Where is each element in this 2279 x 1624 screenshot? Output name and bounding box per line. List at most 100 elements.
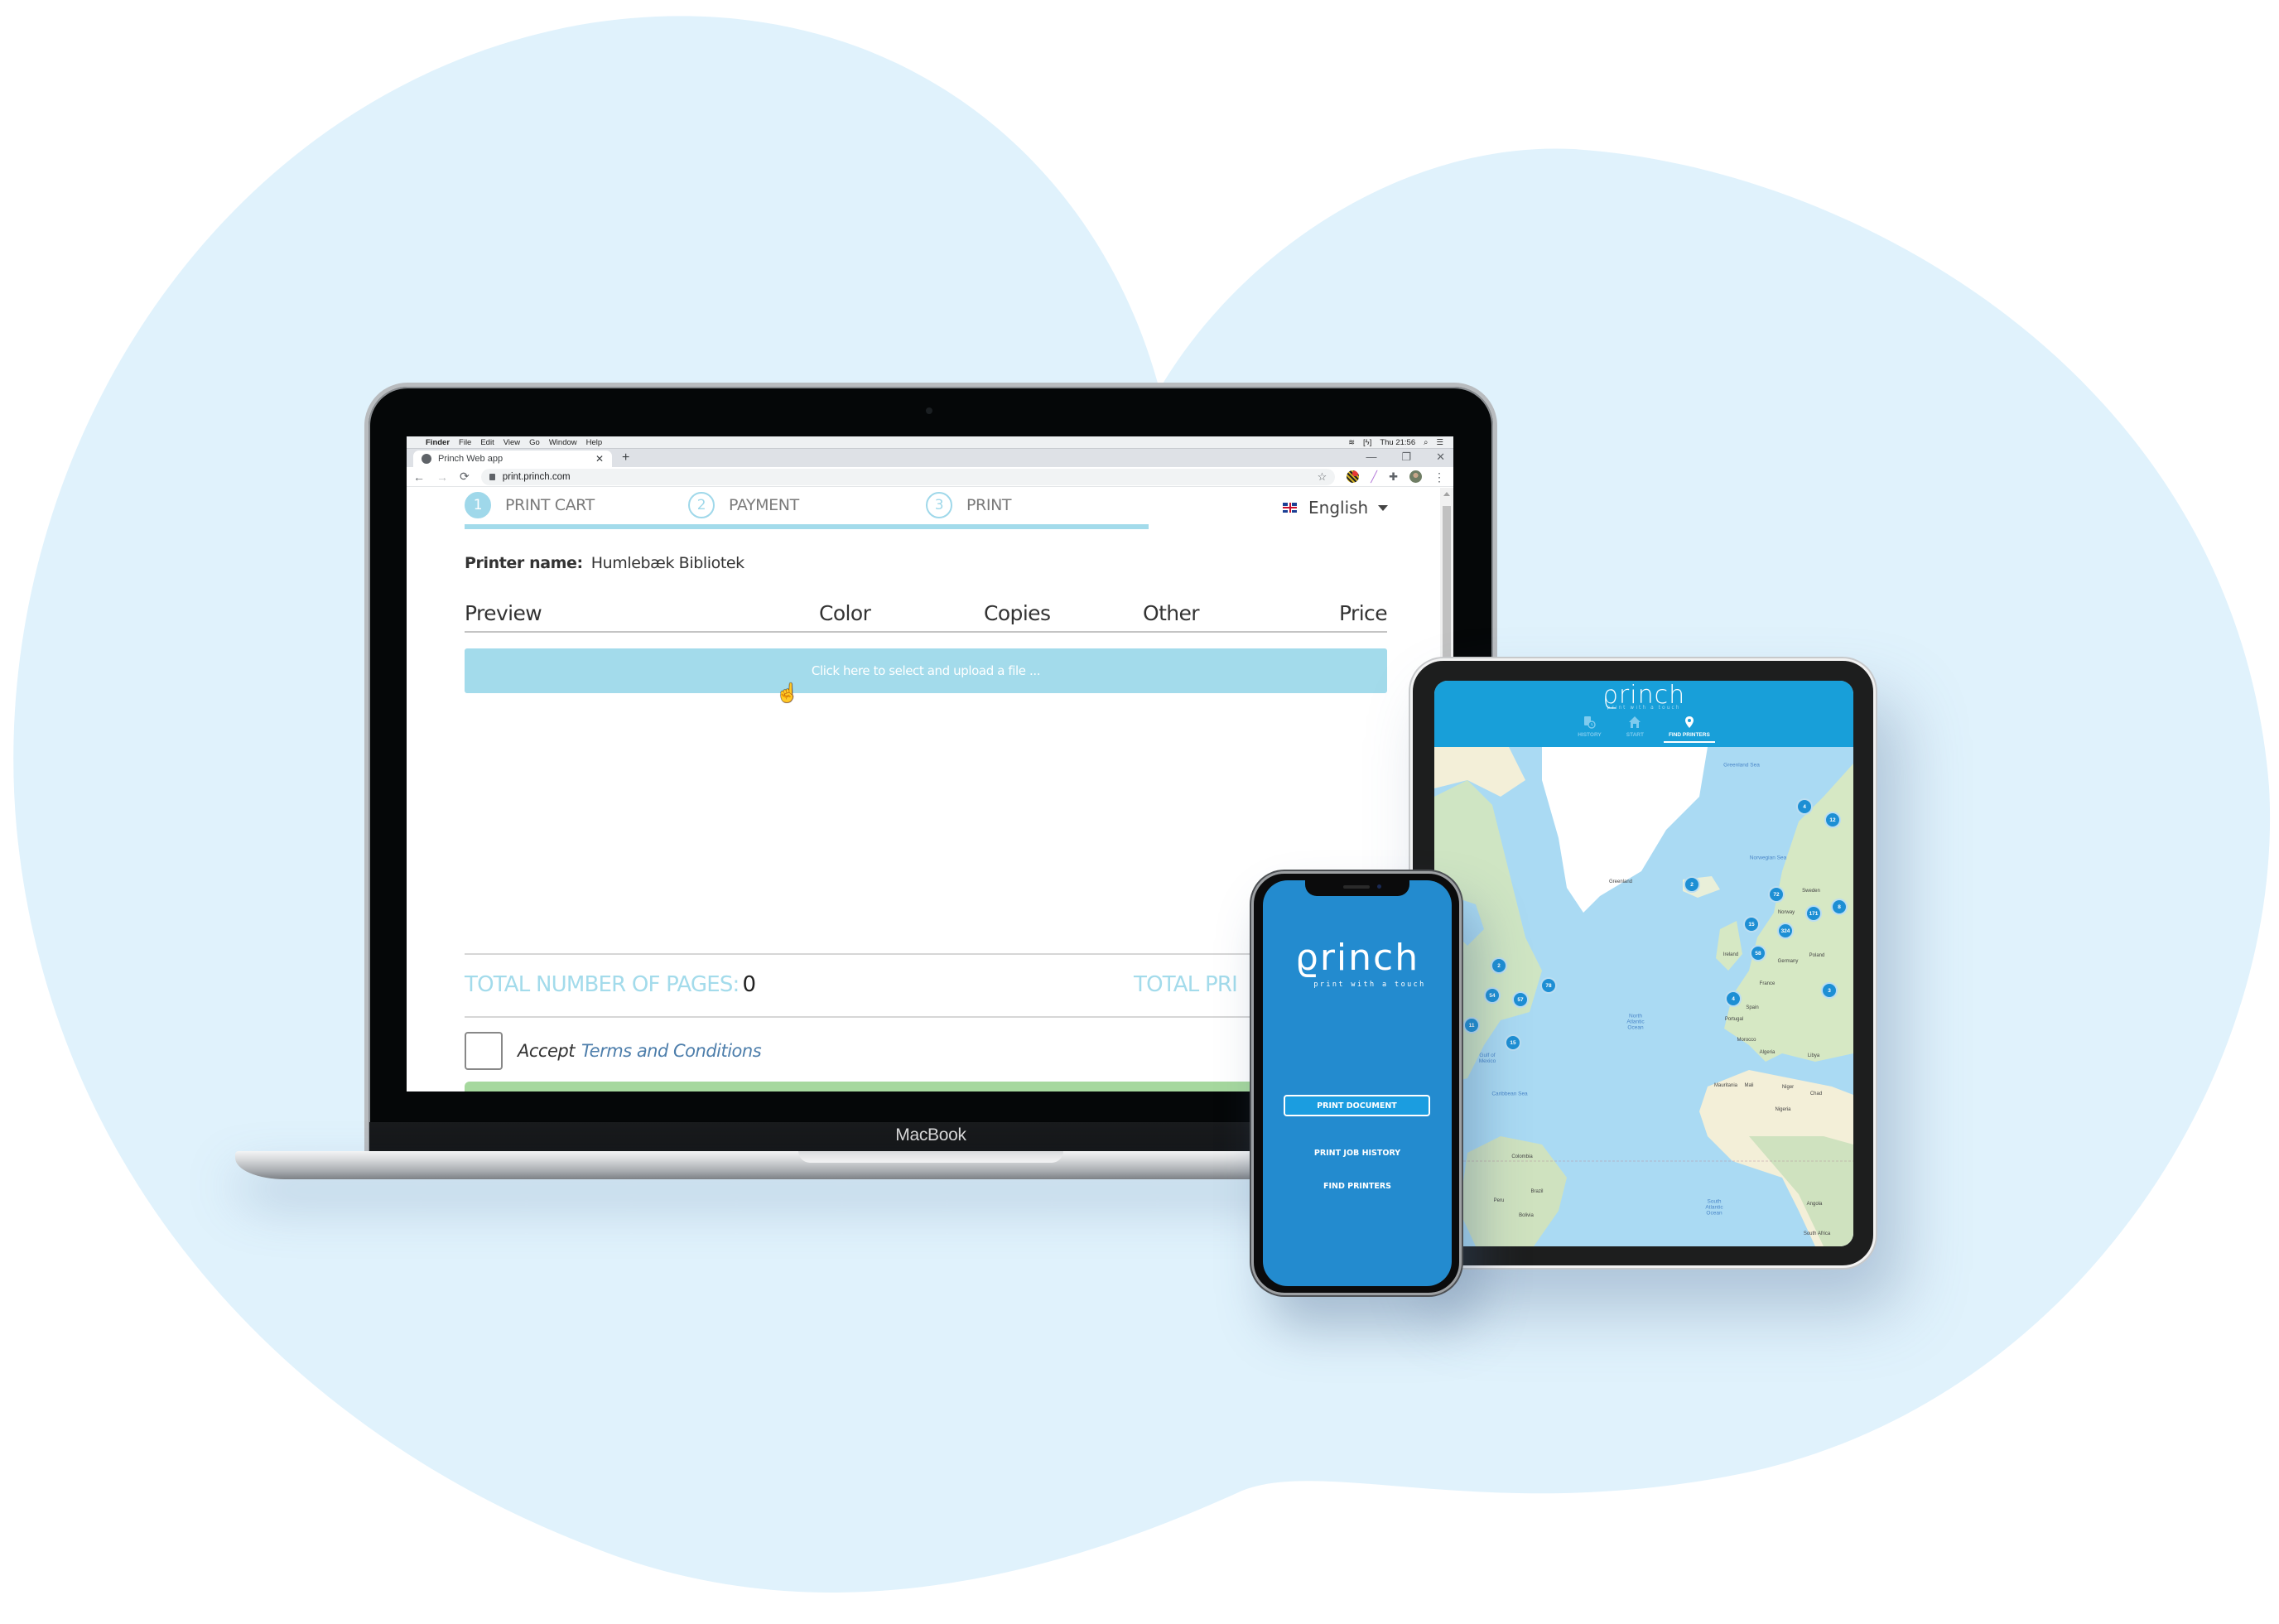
terms-row: Accept Terms and Conditions xyxy=(465,1032,762,1070)
map-label: Portugal xyxy=(1724,1017,1744,1022)
map-label: Mali xyxy=(1744,1083,1754,1088)
front-camera xyxy=(1377,884,1381,889)
laptop-hinge-notch xyxy=(798,1151,1063,1163)
nav-find-printers[interactable]: FIND PRINTERS xyxy=(1663,716,1715,743)
map-label: Libya xyxy=(1807,1053,1820,1058)
map-cluster[interactable]: 15 xyxy=(1743,916,1760,932)
map-cluster[interactable]: 57 xyxy=(1512,991,1529,1008)
step-print[interactable]: 3 PRINT xyxy=(926,492,1011,518)
printer-map[interactable]: 4 12 2 72 171 8 15 324 58 3 4 2 78 54 57… xyxy=(1434,747,1853,1246)
close-tab-icon[interactable]: ✕ xyxy=(595,453,604,465)
language-selector[interactable]: English xyxy=(1283,498,1389,518)
menu-view[interactable]: View xyxy=(504,438,520,447)
map-cluster[interactable]: 15 xyxy=(1505,1034,1521,1051)
language-label: English xyxy=(1308,498,1369,518)
map-label: Colombia xyxy=(1511,1154,1533,1159)
step-print-cart[interactable]: 1 PRINT CART xyxy=(465,492,595,518)
map-label: South Atlantic Ocean xyxy=(1705,1198,1723,1217)
map-cluster[interactable]: 324 xyxy=(1777,923,1794,939)
map-cluster[interactable]: 58 xyxy=(1750,945,1766,961)
map-cluster[interactable]: 2 xyxy=(1491,957,1507,974)
back-button[interactable]: ← xyxy=(413,470,425,484)
map-label: Germany xyxy=(1777,959,1799,964)
map-label: Ireland xyxy=(1722,952,1739,957)
find-printers-link[interactable]: FIND PRINTERS xyxy=(1263,1182,1452,1191)
profile-avatar[interactable] xyxy=(1409,470,1422,483)
scroll-up-arrow[interactable] xyxy=(1443,492,1450,496)
princh-logo: ϱrinch print with a touch xyxy=(1434,681,1853,711)
browser-tabbar: Princh Web app ✕ + — ❐ ✕ xyxy=(407,449,1453,467)
map-cluster[interactable]: 78 xyxy=(1540,977,1557,994)
url-text[interactable]: print.princh.com xyxy=(503,472,571,482)
map-cluster[interactable]: 4 xyxy=(1796,798,1813,815)
menu-edit[interactable]: Edit xyxy=(480,438,494,447)
tablet-header: ϱrinch print with a touch HISTORY START … xyxy=(1434,681,1853,747)
wifi-icon[interactable]: ≋ xyxy=(1348,438,1355,447)
map-label: Niger xyxy=(1781,1085,1795,1090)
battery-charging-icon[interactable]: [ϟ] xyxy=(1363,438,1371,447)
map-cluster[interactable]: 2 xyxy=(1684,876,1700,893)
map-label: North Atlantic Ocean xyxy=(1626,1013,1645,1031)
map-cluster[interactable]: 54 xyxy=(1484,987,1501,1004)
map-label: Norwegian Sea xyxy=(1749,855,1787,861)
map-cluster[interactable]: 12 xyxy=(1824,812,1841,828)
search-icon[interactable]: ⌕ xyxy=(1424,438,1428,447)
browser-tab[interactable]: Princh Web app ✕ xyxy=(413,451,612,467)
tagline: print with a touch xyxy=(1607,705,1681,711)
map-label: Norway xyxy=(1777,910,1795,915)
printer-name-value: Humlebæk Bibliotek xyxy=(590,554,744,572)
menu-help[interactable]: Help xyxy=(586,438,603,447)
total-pages: TOTAL NUMBER OF PAGES: 0 xyxy=(465,972,757,997)
map-pin-icon xyxy=(1684,716,1694,728)
uk-flag-icon xyxy=(1283,503,1297,513)
new-tab-button[interactable]: + xyxy=(622,451,629,465)
printer-name: Printer name: Humlebæk Bibliotek xyxy=(465,554,744,572)
nav-history[interactable]: HISTORY xyxy=(1573,716,1607,743)
step-progress-bar xyxy=(465,524,1149,529)
keeper-extension-icon[interactable] xyxy=(1347,470,1360,483)
puzzle-icon[interactable]: ✚ xyxy=(1389,470,1398,483)
map-label: Spain xyxy=(1746,1005,1759,1010)
forward-button[interactable]: → xyxy=(436,470,448,484)
total-pages-value: 0 xyxy=(742,972,757,997)
reload-button[interactable]: ⟳ xyxy=(460,470,470,484)
print-job-history-link[interactable]: PRINT JOB HISTORY xyxy=(1263,1149,1452,1158)
column-other: Other xyxy=(1143,601,1200,625)
address-bar[interactable]: print.princh.com ☆ xyxy=(480,468,1336,485)
map-cluster[interactable]: 4 xyxy=(1725,990,1742,1007)
chevron-down-icon xyxy=(1378,504,1389,511)
map-cluster[interactable]: 171 xyxy=(1805,905,1822,922)
menu-file[interactable]: File xyxy=(459,438,471,447)
map-label: Bolivia xyxy=(1519,1213,1534,1218)
map-cluster[interactable]: 8 xyxy=(1831,899,1848,915)
bookmark-star-icon[interactable]: ☆ xyxy=(1318,470,1327,484)
menu-finder[interactable]: Finder xyxy=(426,438,450,447)
map-cluster[interactable]: 3 xyxy=(1821,982,1838,999)
terms-link[interactable]: Terms and Conditions xyxy=(581,1041,762,1061)
pen-extension-icon[interactable]: ╱ xyxy=(1371,470,1377,483)
kebab-menu-icon[interactable]: ⋮ xyxy=(1433,470,1445,484)
tablet-nav: HISTORY START FIND PRINTERS xyxy=(1434,716,1853,743)
column-copies: Copies xyxy=(984,601,1051,625)
printer-name-label: Printer name: xyxy=(465,554,583,572)
accept-terms-checkbox[interactable] xyxy=(465,1032,503,1070)
map-cluster[interactable]: 72 xyxy=(1768,886,1785,903)
cart-table-header: Preview Color Copies Other Price xyxy=(465,600,1388,633)
accept-label: Accept xyxy=(518,1041,575,1061)
map-label: Morocco xyxy=(1737,1038,1756,1043)
restore-button[interactable]: ❐ xyxy=(1401,451,1411,464)
step-payment[interactable]: 2 PAYMENT xyxy=(688,492,799,518)
menu-window[interactable]: Window xyxy=(549,438,577,447)
close-window-button[interactable]: ✕ xyxy=(1436,451,1445,464)
menubar-clock[interactable]: Thu 21:56 xyxy=(1380,438,1415,447)
list-icon[interactable]: ☰ xyxy=(1436,438,1443,447)
minimize-button[interactable]: — xyxy=(1366,451,1376,464)
map-label: Mauritania xyxy=(1713,1083,1738,1088)
nav-start[interactable]: START xyxy=(1621,716,1649,743)
map-cluster[interactable]: 11 xyxy=(1463,1017,1480,1034)
upload-file-button[interactable]: Click here to select and upload a file .… xyxy=(465,648,1387,693)
print-document-button[interactable]: PRINT DOCUMENT xyxy=(1284,1095,1430,1116)
menu-go[interactable]: Go xyxy=(529,438,540,447)
column-color: Color xyxy=(819,601,871,625)
map-label: Sweden xyxy=(1802,889,1820,894)
